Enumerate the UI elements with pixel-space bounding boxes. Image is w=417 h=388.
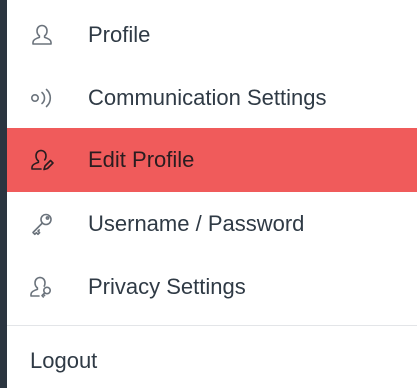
menu-item-label: Username / Password [88,210,305,236]
menu-item-label: Communication Settings [88,84,327,110]
user-icon [29,22,55,48]
user-edit-icon [29,147,55,173]
menu-item-label: Profile [88,21,151,47]
account-menu: Profile Communication Settings Edit Prof… [7,0,417,388]
menu-item-privacy-settings[interactable]: Privacy Settings [7,255,417,318]
user-key-icon [29,274,55,300]
menu-item-username-password[interactable]: Username / Password [7,192,417,255]
menu-divider [7,325,417,326]
menu-item-label: Edit Profile [88,147,195,172]
menu-item-edit-profile[interactable]: Edit Profile [7,128,417,192]
broadcast-icon [29,85,55,111]
menu-item-communication-settings[interactable]: Communication Settings [7,66,417,129]
menu-item-label: Privacy Settings [88,273,246,299]
logout-label: Logout [30,348,98,373]
key-icon [29,211,55,237]
logout-button[interactable]: Logout [7,330,417,388]
menu-item-profile[interactable]: Profile [7,3,417,66]
